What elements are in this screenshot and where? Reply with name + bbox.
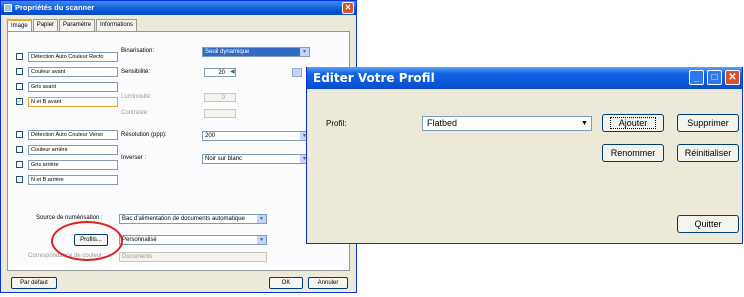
- resolution-value: 200: [205, 133, 216, 139]
- defaults-button[interactable]: Par défaut: [11, 277, 57, 289]
- image-type-item[interactable]: Détection Auto Couleur Recto: [16, 52, 120, 62]
- scanner-window-title: Propriétés du scanner: [15, 3, 95, 12]
- contraste-spinbox: [204, 109, 236, 118]
- highlight-annotation-circle: [51, 221, 123, 261]
- scanner-window-titlebar[interactable]: Propriétés du scanner ✕: [1, 1, 356, 15]
- sensibilite-value: 20: [218, 70, 225, 76]
- add-profile-button[interactable]: Ajouter: [602, 114, 664, 132]
- image-type-item[interactable]: N et B arrière: [16, 175, 120, 185]
- quit-button[interactable]: Quitter: [677, 215, 739, 233]
- tab-informations[interactable]: Informations: [96, 19, 138, 31]
- source-label: Source de numérisation :: [36, 215, 103, 221]
- edit-profile-dialog: Editer Votre Profil _ □ ✕ Profil: Flatbe…: [306, 67, 743, 244]
- correspondance-select: Documents: [119, 252, 267, 262]
- close-icon[interactable]: ✕: [725, 70, 740, 85]
- reset-profile-button[interactable]: Réinitialiser: [677, 144, 739, 162]
- image-type-label: Couleur arrière: [28, 145, 118, 155]
- image-type-label: Gris arrière: [28, 160, 118, 170]
- resolution-select[interactable]: 200 ▼: [202, 131, 310, 141]
- tab-papier[interactable]: Papier: [32, 19, 59, 31]
- contraste-label: Contraste:: [121, 110, 149, 116]
- profil-select[interactable]: Personnalisé ▼: [119, 235, 267, 245]
- chevron-down-icon: ▼: [257, 215, 266, 223]
- correspondance-value: Documents: [122, 254, 153, 260]
- image-type-item[interactable]: Gris avant: [16, 82, 120, 92]
- image-type-item[interactable]: Détection Auto Couleur Verso: [16, 130, 120, 140]
- delete-profile-button[interactable]: Supprimer: [677, 114, 739, 132]
- chevron-down-icon: ▼: [581, 120, 588, 127]
- image-type-checkbox[interactable]: [16, 146, 23, 153]
- image-type-checkbox[interactable]: [16, 176, 23, 183]
- arrow-left-icon[interactable]: ◀: [230, 68, 235, 75]
- image-type-label: Gris avant: [28, 82, 118, 92]
- cancel-button[interactable]: Annuler: [308, 277, 348, 289]
- image-type-label: N et B avant: [28, 97, 118, 107]
- profil-value: Personnalisé: [122, 237, 157, 243]
- luminosite-value: 0: [221, 95, 225, 101]
- image-type-item[interactable]: ✓ N et B avant: [16, 97, 120, 107]
- image-type-label: N et B arrière: [28, 175, 118, 185]
- edit-profile-titlebar[interactable]: Editer Votre Profil: [307, 67, 742, 89]
- image-type-checkbox[interactable]: [16, 83, 23, 90]
- add-profile-label: Ajouter: [609, 117, 657, 129]
- image-type-label: Couleur avant: [28, 67, 118, 77]
- image-type-checkbox[interactable]: [16, 53, 23, 60]
- binarisation-select[interactable]: Seuil dynamique ▼: [202, 47, 310, 57]
- scanner-properties-window: Propriétés du scanner ✕ Image Papier Par…: [0, 0, 357, 293]
- sensibilite-slider-thumb[interactable]: [292, 68, 302, 77]
- image-type-label: Détection Auto Couleur Verso: [28, 130, 118, 140]
- inverser-value: Noir sur blanc: [205, 156, 243, 162]
- image-type-checkbox[interactable]: [16, 68, 23, 75]
- image-type-checkbox[interactable]: [16, 131, 23, 138]
- chevron-down-icon: ▼: [300, 48, 309, 56]
- image-type-label: Détection Auto Couleur Recto: [28, 52, 118, 62]
- scanner-close-icon[interactable]: ✕: [342, 2, 354, 14]
- scanner-app-icon: [4, 4, 12, 12]
- image-type-item[interactable]: Couleur avant: [16, 67, 120, 77]
- minimize-icon[interactable]: _: [689, 70, 704, 85]
- profil-label: Profil:: [326, 119, 347, 128]
- source-select[interactable]: Bac d'alimentation de documents automati…: [119, 214, 267, 224]
- tab-bar: Image Papier Paramètre Informations: [7, 19, 138, 33]
- profile-dropdown[interactable]: Flatbed ▼: [422, 116, 592, 131]
- maximize-icon[interactable]: □: [707, 70, 722, 85]
- binarisation-value: Seuil dynamique: [205, 49, 250, 55]
- resolution-label: Résolution (ppp):: [121, 132, 167, 138]
- inverser-select[interactable]: Noir sur blanc ▼: [202, 154, 310, 164]
- image-type-checkbox[interactable]: [16, 161, 23, 168]
- source-value: Bac d'alimentation de documents automati…: [122, 216, 245, 222]
- tab-parametre[interactable]: Paramètre: [59, 19, 96, 31]
- profile-dropdown-value: Flatbed: [427, 118, 458, 128]
- luminosite-spinbox: 0: [204, 93, 236, 102]
- edit-profile-title: Editer Votre Profil: [313, 71, 435, 85]
- binarisation-label: Binarisation:: [121, 48, 155, 54]
- rename-profile-button[interactable]: Renommer: [602, 144, 664, 162]
- image-type-item[interactable]: Gris arrière: [16, 160, 120, 170]
- image-type-checkbox-checked[interactable]: ✓: [16, 98, 23, 105]
- chevron-down-icon: ▼: [257, 236, 266, 244]
- image-type-item[interactable]: Couleur arrière: [16, 145, 120, 155]
- ok-button[interactable]: OK: [269, 277, 303, 289]
- luminosite-label: Luminosité:: [121, 94, 152, 100]
- inverser-label: Inverser :: [121, 155, 147, 161]
- sensibilite-label: Sensibilité:: [121, 69, 151, 75]
